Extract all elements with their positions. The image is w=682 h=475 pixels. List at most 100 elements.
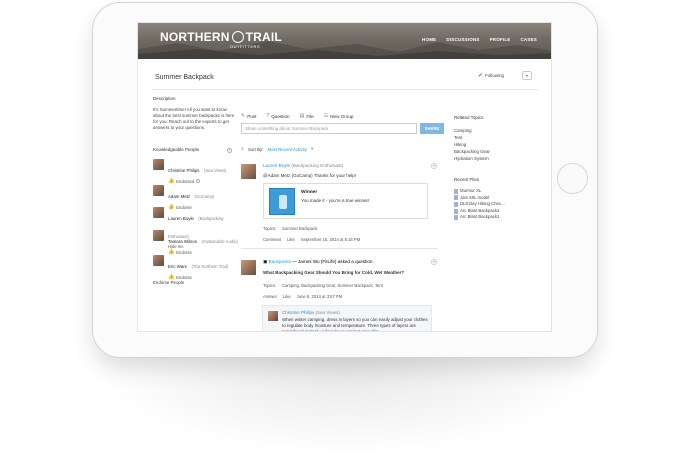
related-topics-list: Camping Tent Hiking Backpacking Gear Hyd… xyxy=(454,127,490,162)
publisher-file[interactable]: ▤ File xyxy=(300,113,314,119)
knowledgeable-people-label: Knowledgeable People xyxy=(153,147,200,152)
avatar[interactable] xyxy=(153,255,164,266)
question-header-rest: — James Wu (FitLife) asked a question. xyxy=(292,259,374,264)
compass-icon xyxy=(231,31,244,43)
question-title[interactable]: What Backpacking Gear Should You Bring f… xyxy=(263,270,404,275)
recent-file-name: Murmur XL xyxy=(460,188,482,193)
badge-title: Winner xyxy=(301,190,318,195)
avatar[interactable] xyxy=(153,185,164,196)
recent-file-name: Arc Blast Backpack2 xyxy=(460,207,500,213)
avatar[interactable] xyxy=(153,207,164,218)
person-name[interactable]: Tamara Wilson xyxy=(168,239,197,244)
page-title: Summer Backpack xyxy=(155,74,214,81)
share-button[interactable]: SHARE xyxy=(420,123,444,134)
nav-profile[interactable]: PROFILE xyxy=(490,37,511,42)
person-name[interactable]: Lauren Boyle xyxy=(168,216,194,221)
description-label: Description xyxy=(153,96,176,101)
nav-home[interactable]: HOME xyxy=(422,37,436,42)
like-link[interactable]: Like xyxy=(287,237,295,242)
post-actions: Answer Like June 8, 2014 at 3:57 PM xyxy=(263,294,342,299)
avatar[interactable] xyxy=(153,159,164,170)
avatar[interactable] xyxy=(153,230,164,241)
related-topic[interactable]: Camping xyxy=(454,127,490,134)
person-role: (The Northern Trail) xyxy=(191,264,229,269)
topics-label: Topics: xyxy=(263,226,277,231)
person-role: (GoCamp) xyxy=(194,194,215,199)
related-topic[interactable]: Backpacking Gear xyxy=(454,148,490,155)
sort-bar: ⌕ Sort By: Most Recent Activity ▾ xyxy=(241,146,313,152)
recent-file[interactable]: Murmur XL xyxy=(454,188,505,195)
person-row: Eric Ware (The Northern Trail) 👍 Endorse xyxy=(153,255,238,280)
post-timestamp[interactable]: September 15, 2014 at 5:15 PM xyxy=(301,237,360,242)
topics-label: Topics: xyxy=(263,283,277,288)
post-author-name[interactable]: Lauren Boyle xyxy=(263,163,290,168)
device-shadow xyxy=(60,355,630,465)
avatar[interactable] xyxy=(241,260,256,275)
publisher-post[interactable]: ✎ Post xyxy=(241,113,256,119)
person-row: Christine Philips (Sea Views) 👍 Endorsed xyxy=(153,159,226,184)
avatar[interactable] xyxy=(268,311,278,321)
nav-discussions[interactable]: DISCUSSIONS xyxy=(446,37,479,42)
publisher-new-group[interactable]: ☷ New Group xyxy=(324,113,354,119)
header-banner: NORTHERN TRAIL OUTFITTERS HOME DISCUSSIO… xyxy=(138,23,551,59)
question-icon: ? xyxy=(266,113,270,119)
answer-link[interactable]: Answer xyxy=(263,294,277,299)
recent-file[interactable]: Arc Blast Backpack2 xyxy=(454,208,505,215)
screen: NORTHERN TRAIL OUTFITTERS HOME DISCUSSIO… xyxy=(137,22,552,332)
related-topic[interactable]: Hydration System xyxy=(454,155,490,162)
answer-reply: Christine Philips (Sea Views) When winte… xyxy=(262,305,432,332)
search-icon[interactable]: ⌕ xyxy=(241,146,244,152)
recent-file[interactable]: Jam 50L model xyxy=(454,195,505,202)
publisher-file-label: File xyxy=(306,113,314,119)
brand-logo[interactable]: NORTHERN TRAIL xyxy=(160,30,282,44)
person-name[interactable]: Eric Ware xyxy=(168,264,187,269)
endorse-control[interactable]: 👍 Endorsed xyxy=(168,178,226,184)
group-icon: ▣ xyxy=(263,259,268,264)
following-toggle[interactable]: ✔ Following xyxy=(478,72,504,79)
chevron-down-icon[interactable]: ▾ xyxy=(311,146,313,152)
publisher-question-label: Question xyxy=(271,113,290,119)
endorse-label: Endorse xyxy=(176,274,192,280)
file-icon xyxy=(454,201,458,207)
file-icon xyxy=(454,208,458,214)
person-name[interactable]: Christine Philips xyxy=(168,168,199,173)
thumbs-up-icon: 👍 xyxy=(168,178,175,184)
recent-file-name: DL8 Day Hiking Chec... xyxy=(460,201,505,207)
comment-link[interactable]: Comment xyxy=(263,237,281,242)
related-topic[interactable]: Tent xyxy=(454,134,490,141)
post-timestamp[interactable]: June 8, 2014 at 3:57 PM xyxy=(297,294,343,299)
publisher-post-label: Post xyxy=(247,113,257,119)
reply-author-name[interactable]: Christine Philips xyxy=(282,310,314,315)
recent-file[interactable]: DL8 Day Hiking Chec... xyxy=(454,201,505,208)
brand-subtitle: OUTFITTERS xyxy=(230,44,261,49)
like-link[interactable]: Like xyxy=(283,294,291,299)
post-topics: Topics: Camping, Backpacking Gear, Summe… xyxy=(263,283,383,288)
related-topics-label: Related Topics xyxy=(454,115,484,120)
person-name[interactable]: Adam Metz xyxy=(168,194,190,199)
following-label: Following xyxy=(485,73,505,78)
group-link[interactable]: Backpacks xyxy=(269,259,291,264)
avatar[interactable] xyxy=(241,164,256,179)
brand-name-right: TRAIL xyxy=(245,30,282,44)
post-topics: Topics: Summer Backpack xyxy=(263,226,317,231)
reply-text: When winter camping, dress in layers so … xyxy=(282,317,428,332)
share-input[interactable]: Share something about Summer Backpack xyxy=(241,123,417,134)
info-icon[interactable]: i xyxy=(227,148,232,153)
home-button[interactable] xyxy=(557,163,588,194)
topics-value[interactable]: Camping, Backpacking Gear, Summer Backpa… xyxy=(282,283,383,288)
remove-endorse-icon[interactable] xyxy=(196,179,201,183)
more-menu-button[interactable]: ▾ xyxy=(522,71,532,80)
sort-dropdown[interactable]: Most Recent Activity xyxy=(267,147,307,152)
person-role: (Sea Views) xyxy=(203,168,227,173)
post-menu-icon[interactable]: ▾ xyxy=(431,163,437,169)
endorse-people-link[interactable]: Endorse People xyxy=(153,280,184,286)
publisher-question[interactable]: ? Question xyxy=(266,113,289,119)
description-text: It's Summertime! All you want to know ab… xyxy=(153,107,235,130)
recent-file[interactable]: Arc Blast Backpack1 xyxy=(454,214,505,221)
post-menu-icon[interactable]: ▾ xyxy=(431,259,437,265)
related-topic[interactable]: Hiking xyxy=(454,141,490,148)
sort-label: Sort By: xyxy=(247,146,264,152)
brand-name-left: NORTHERN xyxy=(160,30,230,44)
nav-cases[interactable]: CASES xyxy=(520,37,537,42)
topics-value[interactable]: Summer Backpack xyxy=(282,226,317,231)
